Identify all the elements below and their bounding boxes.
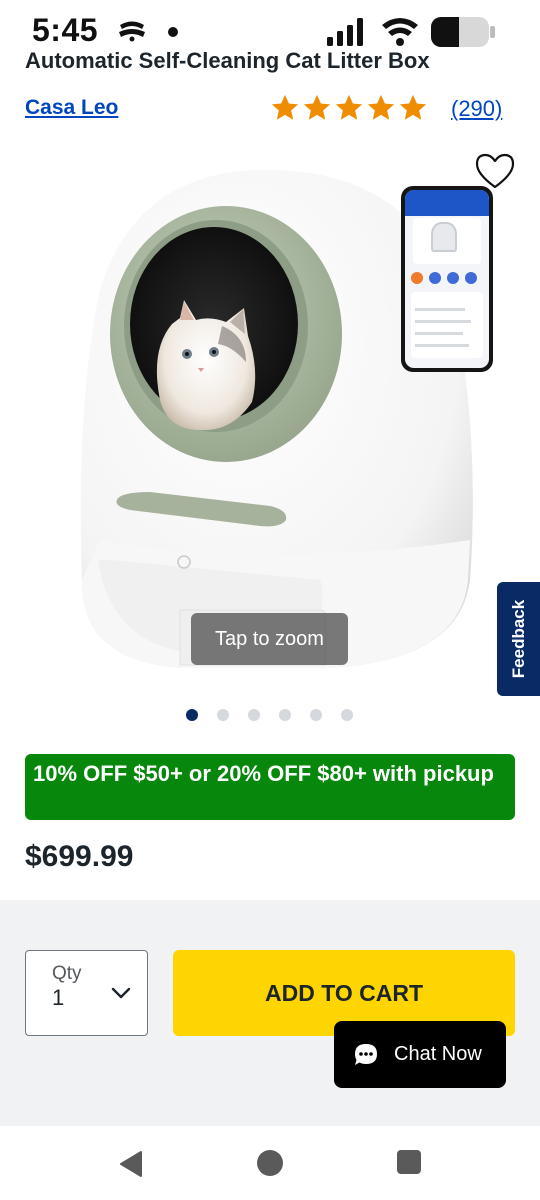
quantity-select[interactable]: Qty 1 [25,950,148,1036]
brand-link[interactable]: Casa Leo [25,96,118,120]
carousel-dot[interactable] [217,709,229,721]
product-price: $699.99 [25,840,134,873]
battery-icon [431,17,495,47]
cast-icon [119,21,145,42]
quantity-label: Qty [52,963,82,984]
tap-to-zoom-button[interactable]: Tap to zoom [191,613,348,665]
star-icon [335,94,363,120]
chevron-down-icon [111,987,131,999]
heart-icon[interactable] [474,152,516,190]
star-icon [303,94,331,120]
chat-now-label: Chat Now [394,1043,482,1065]
star-icon [271,94,299,120]
signal-icon [327,18,363,46]
star-icon [399,94,427,120]
carousel-dot[interactable] [248,709,260,721]
rating-stars[interactable] [270,93,428,123]
app-phone-image [401,186,493,372]
status-time: 5:45 [32,12,99,48]
star-icon [367,94,395,120]
quantity-value: 1 [52,985,65,1010]
back-icon[interactable] [118,1150,144,1178]
chat-now-button[interactable]: Chat Now [334,1021,506,1088]
feedback-label: Feedback [508,599,528,679]
promo-banner: 10% OFF $50+ or 20% OFF $80+ with pickup [25,754,515,820]
carousel-dot[interactable] [341,709,353,721]
chat-bubble-icon [355,1043,377,1065]
carousel-dot[interactable] [310,709,322,721]
carousel-dot-active[interactable] [186,709,198,721]
carousel-dot[interactable] [279,709,291,721]
home-icon[interactable] [257,1150,283,1176]
product-title: Automatic Self-Cleaning Cat Litter Box [25,52,430,73]
recent-apps-icon[interactable] [397,1150,421,1174]
notification-dot [168,27,178,37]
feedback-tab[interactable]: Feedback [497,582,540,696]
review-count-link[interactable]: (290) [451,96,502,122]
image-carousel-dots [186,709,353,721]
wifi-icon [382,18,418,46]
